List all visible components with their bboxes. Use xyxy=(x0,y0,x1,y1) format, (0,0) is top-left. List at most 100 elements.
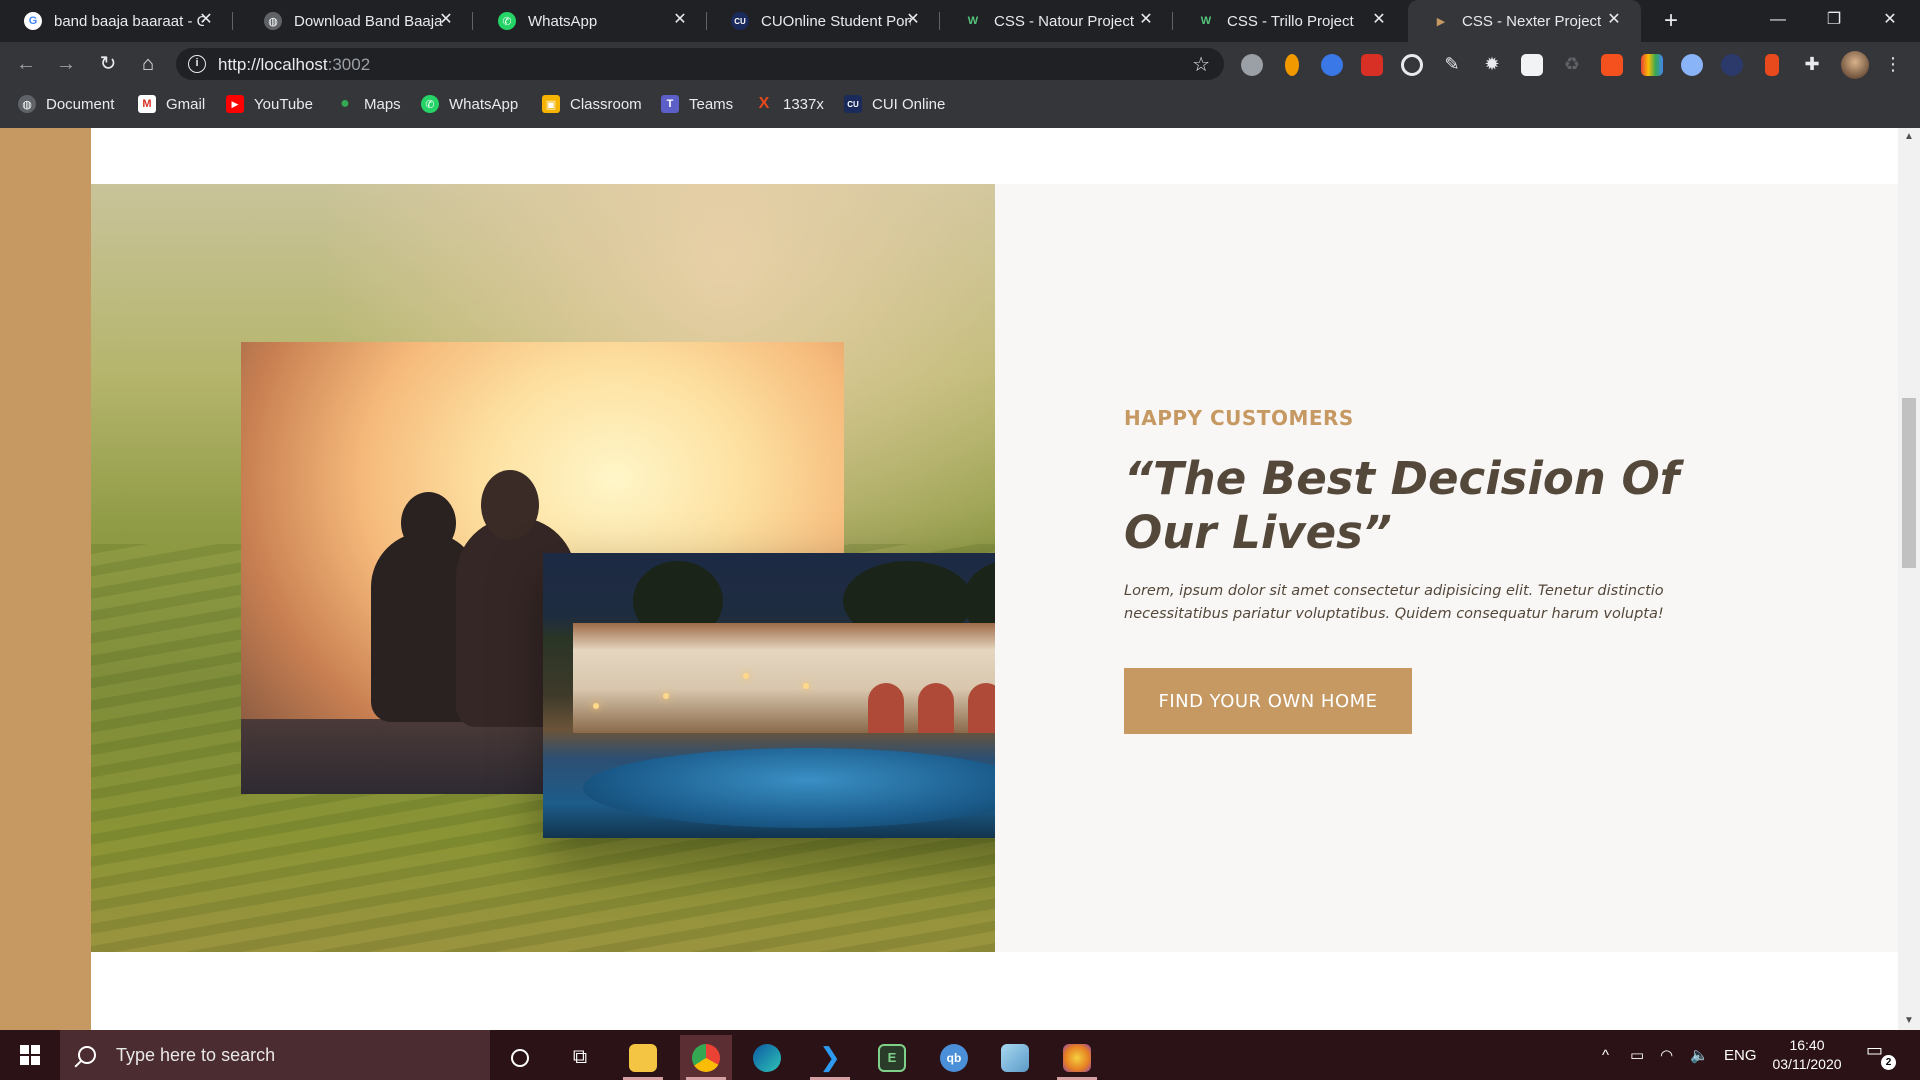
new-tab-button[interactable]: + xyxy=(1656,6,1686,36)
chrome-icon xyxy=(692,1043,720,1072)
paint-palette-icon xyxy=(1063,1043,1091,1072)
close-icon[interactable]: ✕ xyxy=(197,11,215,29)
windows-taskbar: Type here to search ⧉ ❯ E qb ^ ▭ ◠ 🔈 ENG… xyxy=(0,1030,1920,1080)
tab-whatsapp[interactable]: ✆ WhatsApp ✕ xyxy=(474,0,707,42)
close-icon[interactable]: ✕ xyxy=(904,11,922,29)
extension-icon[interactable] xyxy=(1681,54,1703,76)
scroll-down-icon[interactable]: ▼ xyxy=(1898,1012,1920,1030)
bookmark-teams[interactable]: T Teams xyxy=(661,86,733,122)
whatsapp-icon: ✆ xyxy=(421,95,439,113)
gear-icon[interactable]: ✹ xyxy=(1479,51,1505,77)
tab-cuonline[interactable]: CU CUOnline Student Port ✕ xyxy=(707,0,940,42)
close-icon[interactable]: ✕ xyxy=(671,11,689,29)
taskbar-chrome[interactable] xyxy=(680,1035,732,1080)
tab-band-baaja-baaraat[interactable]: G band baaja baaraat - G ✕ xyxy=(0,0,233,42)
site-info-icon[interactable]: i xyxy=(188,55,206,73)
extension-icon[interactable] xyxy=(1285,54,1299,76)
tab-title: CSS - Natour Project xyxy=(994,12,1135,30)
bookmark-gmail[interactable]: M Gmail xyxy=(138,86,205,122)
close-icon[interactable]: ✕ xyxy=(1137,11,1155,29)
story-content: HAPPY CUSTOMERS “The Best Decision Of Ou… xyxy=(995,184,1898,952)
forward-button[interactable]: → xyxy=(52,50,80,78)
taskbar-paint[interactable] xyxy=(1051,1035,1103,1080)
restore-button[interactable]: ❐ xyxy=(1806,0,1862,42)
action-center-button[interactable]: ▭ 2 xyxy=(1866,1040,1896,1070)
scroll-up-icon[interactable]: ▲ xyxy=(1898,128,1920,146)
close-icon[interactable]: ✕ xyxy=(1370,11,1388,29)
natour-icon: W xyxy=(967,15,979,27)
globe-icon: ◍ xyxy=(264,12,282,30)
extension-icon[interactable] xyxy=(1765,54,1779,76)
taskbar-app-e[interactable]: E xyxy=(866,1035,918,1080)
home-button[interactable]: ⌂ xyxy=(134,50,162,78)
extension-icon[interactable] xyxy=(1241,54,1263,76)
url-text[interactable]: http://localhost:3002 xyxy=(218,55,370,75)
tab-natour-project[interactable]: W CSS - Natour Project ✕ xyxy=(940,0,1173,42)
clock-date: 03/11/2020 xyxy=(1772,1056,1842,1072)
find-your-own-home-button[interactable]: FIND YOUR OWN HOME xyxy=(1124,668,1412,734)
extension-icon[interactable] xyxy=(1401,54,1423,76)
reload-button[interactable]: ↻ xyxy=(94,50,122,78)
taskbar-app-glass[interactable] xyxy=(989,1035,1041,1080)
browser-toolbar: ← → ↻ ⌂ i http://localhost:3002 ☆ xyxy=(0,42,1920,86)
recycle-icon[interactable]: ♻ xyxy=(1559,51,1585,77)
avatar[interactable] xyxy=(1841,51,1869,79)
tab-download-band-baaja[interactable]: ◍ Download Band Baaja B ✕ xyxy=(240,0,473,42)
extension-icon[interactable] xyxy=(1521,54,1543,76)
close-window-button[interactable]: ✕ xyxy=(1862,0,1918,42)
show-hidden-icons-button[interactable]: ^ xyxy=(1602,1030,1609,1080)
bookmark-classroom[interactable]: ▣ Classroom xyxy=(542,86,642,122)
puzzle-icon[interactable]: ✚ xyxy=(1799,51,1825,77)
scrollbar-thumb[interactable] xyxy=(1902,398,1916,568)
close-icon[interactable]: ✕ xyxy=(437,11,455,29)
taskbar-vscode[interactable]: ❯ xyxy=(804,1035,856,1080)
task-view-icon: ⧉ xyxy=(572,1046,588,1068)
glass-app-icon xyxy=(1001,1043,1029,1072)
minimize-button[interactable]: — xyxy=(1750,0,1806,42)
maps-icon: ● xyxy=(340,95,350,112)
menu-icon[interactable]: ⋮ xyxy=(1880,51,1906,77)
task-view-button[interactable]: ⧉ xyxy=(554,1035,606,1080)
page-viewport: HAPPY CUSTOMERS “The Best Decision Of Ou… xyxy=(0,128,1920,1030)
section-subheading: HAPPY CUSTOMERS xyxy=(1124,406,1354,430)
bookmark-document[interactable]: ◍ Document xyxy=(18,86,114,122)
close-icon[interactable]: ✕ xyxy=(1605,11,1623,29)
cortana-button[interactable] xyxy=(494,1035,546,1080)
battery-icon[interactable]: ▭ xyxy=(1630,1030,1644,1080)
tab-title: CSS - Nexter Project xyxy=(1462,12,1602,30)
language-indicator[interactable]: ENG xyxy=(1724,1030,1757,1080)
tab-nexter-project[interactable]: ▶ CSS - Nexter Project ✕ xyxy=(1408,0,1641,42)
start-button[interactable] xyxy=(0,1030,60,1080)
tab-title: CSS - Trillo Project xyxy=(1227,12,1354,30)
page-scrollbar[interactable]: ▲ ▼ xyxy=(1898,128,1920,1030)
extension-icon[interactable] xyxy=(1321,54,1343,76)
extension-icon[interactable] xyxy=(1361,54,1383,76)
address-bar[interactable]: i http://localhost:3002 ☆ xyxy=(176,48,1224,80)
page-content: HAPPY CUSTOMERS “The Best Decision Of Ou… xyxy=(91,128,1898,1030)
bookmark-1337x[interactable]: X 1337x xyxy=(755,86,824,122)
qbittorrent-icon: qb xyxy=(940,1043,968,1072)
extension-icon[interactable] xyxy=(1601,54,1623,76)
volume-icon[interactable]: 🔈 xyxy=(1690,1030,1709,1080)
extension-icon[interactable] xyxy=(1641,54,1663,76)
bookmark-maps[interactable]: ● Maps xyxy=(336,86,401,122)
tab-trillo-project[interactable]: W CSS - Trillo Project ✕ xyxy=(1173,0,1406,42)
bookmark-youtube[interactable]: ▶ YouTube xyxy=(226,86,313,122)
taskbar-edge[interactable] xyxy=(741,1035,793,1080)
youtube-icon: ▶ xyxy=(226,95,244,113)
bookmark-star-icon[interactable]: ☆ xyxy=(1192,52,1210,77)
taskbar-search[interactable]: Type here to search xyxy=(60,1030,490,1080)
bookmark-cui-online[interactable]: CU CUI Online xyxy=(844,86,945,122)
wifi-icon[interactable]: ◠ xyxy=(1660,1030,1673,1080)
teams-icon: T xyxy=(661,95,679,113)
back-button[interactable]: ← xyxy=(12,50,40,78)
search-placeholder: Type here to search xyxy=(116,1044,276,1065)
taskbar-clock[interactable]: 16:40 03/11/2020 xyxy=(1764,1036,1850,1074)
bookmark-whatsapp[interactable]: ✆ WhatsApp xyxy=(421,86,518,122)
cortana-icon xyxy=(511,1048,529,1067)
extension-icon[interactable] xyxy=(1721,54,1743,76)
taskbar-qbittorrent[interactable]: qb xyxy=(928,1035,980,1080)
taskbar-file-explorer[interactable] xyxy=(617,1035,669,1080)
tab-title: Download Band Baaja B xyxy=(294,12,444,30)
pen-icon[interactable]: ✎ xyxy=(1439,51,1465,77)
